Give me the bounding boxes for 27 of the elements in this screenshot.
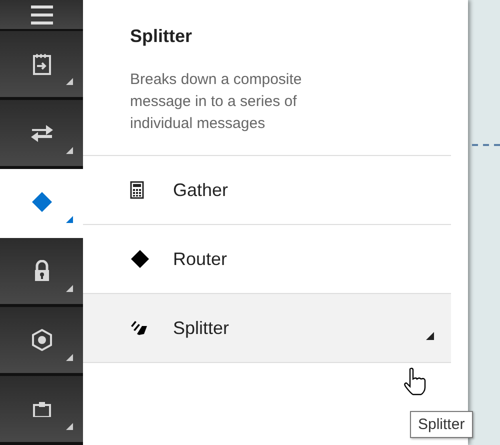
sidebar-tab[interactable] [0, 376, 83, 445]
palette-item[interactable]: Splitter [83, 294, 451, 363]
item-label: Splitter [173, 318, 230, 338]
sidebar-tab[interactable] [0, 100, 83, 169]
lock-icon [34, 260, 50, 282]
swap-arrows-icon [30, 123, 54, 143]
sidebar-tab[interactable] [0, 31, 83, 100]
menu-button[interactable] [0, 0, 83, 31]
palette-description: Breaks down a composite message in to a series of individual messages [130, 70, 303, 134]
hand-cursor-icon [404, 367, 426, 397]
layered-slices-icon [130, 320, 148, 336]
clipboard-icon [32, 401, 50, 417]
calendar-icon [32, 53, 50, 75]
corner-triangle-icon [426, 332, 434, 340]
item-label: Router [173, 248, 228, 270]
item-label: Gather [173, 180, 228, 200]
diamond-icon [30, 191, 52, 213]
hexagon-cluster-icon [32, 329, 52, 351]
menu-icon [30, 4, 54, 24]
calculator-icon [130, 181, 144, 199]
dashed-connector [472, 144, 500, 146]
sidebar-tab[interactable] [0, 238, 83, 307]
sidebar-tab[interactable] [0, 307, 83, 376]
tooltip: Splitter [410, 411, 473, 438]
palette-item[interactable]: Gather [83, 156, 451, 225]
palette-title: Splitter [130, 26, 194, 47]
diamond-icon [130, 249, 150, 269]
